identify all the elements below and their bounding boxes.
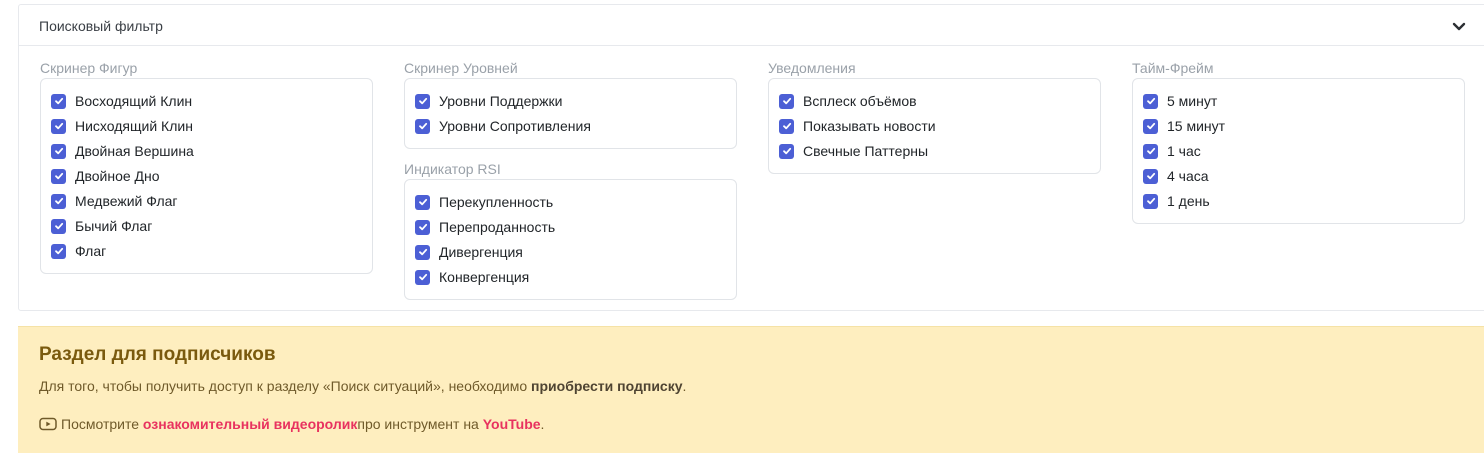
option-resistance-levels[interactable]: Уровни Сопротивления xyxy=(415,117,591,135)
option-label: 15 минут xyxy=(1167,118,1226,134)
option-double-top[interactable]: Двойная Вершина xyxy=(51,142,194,160)
subscriber-section-title: Раздел для подписчиков xyxy=(39,344,276,365)
checkbox-checked-icon[interactable] xyxy=(51,218,66,234)
subscription-text-before: Для того, чтобы получить доступ к раздел… xyxy=(39,378,532,394)
option-falling-wedge[interactable]: Нисходящий Клин xyxy=(51,117,193,135)
group-box: Всплеск объёмов Показывать новости Свечн… xyxy=(768,78,1101,174)
checkbox-checked-icon[interactable] xyxy=(415,118,430,134)
group-label: Скринер Уровней xyxy=(404,60,518,76)
checkbox-checked-icon[interactable] xyxy=(51,118,66,134)
option-double-bottom[interactable]: Двойное Дно xyxy=(51,167,160,185)
option-candle-patterns[interactable]: Свечные Паттерны xyxy=(779,142,928,160)
checkbox-checked-icon[interactable] xyxy=(779,93,794,109)
option-label: Флаг xyxy=(75,243,107,259)
option-1-day[interactable]: 1 день xyxy=(1143,192,1210,210)
search-filter-panel: Поисковый фильтр Скринер Фигур Восходящи… xyxy=(18,4,1484,311)
checkbox-checked-icon[interactable] xyxy=(415,219,430,235)
option-label: Восходящий Клин xyxy=(75,93,193,109)
checkbox-checked-icon[interactable] xyxy=(415,244,430,260)
option-label: Дивергенция xyxy=(439,244,523,260)
chevron-down-icon[interactable] xyxy=(1451,18,1467,34)
option-label: 1 день xyxy=(1167,193,1210,209)
checkbox-checked-icon[interactable] xyxy=(1143,168,1158,184)
filter-title: Поисковый фильтр xyxy=(39,18,163,34)
group-box: Перекупленность Перепроданность Диверген… xyxy=(404,179,737,300)
option-flag[interactable]: Флаг xyxy=(51,242,106,260)
option-rising-wedge[interactable]: Восходящий Клин xyxy=(51,92,192,110)
checkbox-checked-icon[interactable] xyxy=(1143,118,1158,134)
filter-header[interactable]: Поисковый фильтр xyxy=(19,5,1484,46)
option-5-minutes[interactable]: 5 минут xyxy=(1143,92,1217,110)
intro-video-link[interactable]: ознакомительный видеоролик xyxy=(143,416,357,432)
checkbox-checked-icon[interactable] xyxy=(51,93,66,109)
option-convergence[interactable]: Конвергенция xyxy=(415,268,529,286)
option-label: Всплеск объёмов xyxy=(803,93,917,109)
option-overbought[interactable]: Перекупленность xyxy=(415,193,553,211)
option-label: Медвежий Флаг xyxy=(75,193,178,209)
option-15-minutes[interactable]: 15 минут xyxy=(1143,117,1225,135)
option-divergence[interactable]: Дивергенция xyxy=(415,243,523,261)
checkbox-checked-icon[interactable] xyxy=(1143,143,1158,159)
checkbox-checked-icon[interactable] xyxy=(415,194,430,210)
checkbox-checked-icon[interactable] xyxy=(51,143,66,159)
option-label: Свечные Паттерны xyxy=(803,143,929,159)
option-bull-flag[interactable]: Бычий Флаг xyxy=(51,217,152,235)
option-label: Перепроданность xyxy=(439,219,556,235)
checkbox-checked-icon[interactable] xyxy=(1143,193,1158,209)
option-label: Перекупленность xyxy=(439,194,554,210)
option-label: Уровни Поддержки xyxy=(439,93,563,109)
checkbox-checked-icon[interactable] xyxy=(415,93,430,109)
video-suffix: . xyxy=(540,416,545,432)
group-box: Восходящий Клин Нисходящий Клин Двойная … xyxy=(40,78,373,274)
subscription-text-after: . xyxy=(682,378,687,394)
checkbox-checked-icon[interactable] xyxy=(51,193,66,209)
option-label: 4 часа xyxy=(1167,168,1209,184)
option-bear-flag[interactable]: Медвежий Флаг xyxy=(51,192,178,210)
group-label: Скринер Фигур xyxy=(40,60,138,76)
option-label: Двойное Дно xyxy=(75,168,160,184)
option-1-hour[interactable]: 1 час xyxy=(1143,142,1201,160)
group-box: 5 минут 15 минут 1 час 4 часа 1 день xyxy=(1132,78,1465,224)
option-label: Нисходящий Клин xyxy=(75,118,193,134)
group-label: Тайм-Фрейм xyxy=(1132,60,1214,76)
group-box: Уровни Поддержки Уровни Сопротивления xyxy=(404,78,737,149)
checkbox-checked-icon[interactable] xyxy=(779,143,794,159)
option-label: Двойная Вершина xyxy=(75,143,194,159)
option-volume-spike[interactable]: Всплеск объёмов xyxy=(779,92,917,110)
subscription-required-text: Для того, чтобы получить доступ к раздел… xyxy=(39,378,686,394)
option-label: 1 час xyxy=(1167,143,1201,159)
checkbox-checked-icon[interactable] xyxy=(415,269,430,285)
option-support-levels[interactable]: Уровни Поддержки xyxy=(415,92,562,110)
subscriber-section-banner: Раздел для подписчиков Для того, чтобы п… xyxy=(18,326,1484,453)
video-middle: про инструмент на xyxy=(357,416,479,432)
option-show-news[interactable]: Показывать новости xyxy=(779,117,936,135)
youtube-play-icon xyxy=(39,417,57,431)
youtube-link[interactable]: YouTube xyxy=(483,416,541,432)
option-label: Конвергенция xyxy=(439,269,530,285)
option-label: Уровни Сопротивления xyxy=(439,118,591,134)
option-label: Бычий Флаг xyxy=(75,218,153,234)
checkbox-checked-icon[interactable] xyxy=(51,168,66,184)
checkbox-checked-icon[interactable] xyxy=(51,243,66,259)
option-oversold[interactable]: Перепроданность xyxy=(415,218,555,236)
option-4-hours[interactable]: 4 часа xyxy=(1143,167,1209,185)
checkbox-checked-icon[interactable] xyxy=(1143,93,1158,109)
video-prefix: Посмотрите xyxy=(61,416,140,432)
checkbox-checked-icon[interactable] xyxy=(779,118,794,134)
buy-subscription-link[interactable]: приобрести подписку xyxy=(531,378,682,394)
group-label: Индикатор RSI xyxy=(404,161,501,177)
option-label: 5 минут xyxy=(1167,93,1218,109)
group-label: Уведомления xyxy=(768,60,856,76)
option-label: Показывать новости xyxy=(803,118,936,134)
intro-video-line: Посмотрите ознакомительный видеоролик пр… xyxy=(39,416,544,432)
